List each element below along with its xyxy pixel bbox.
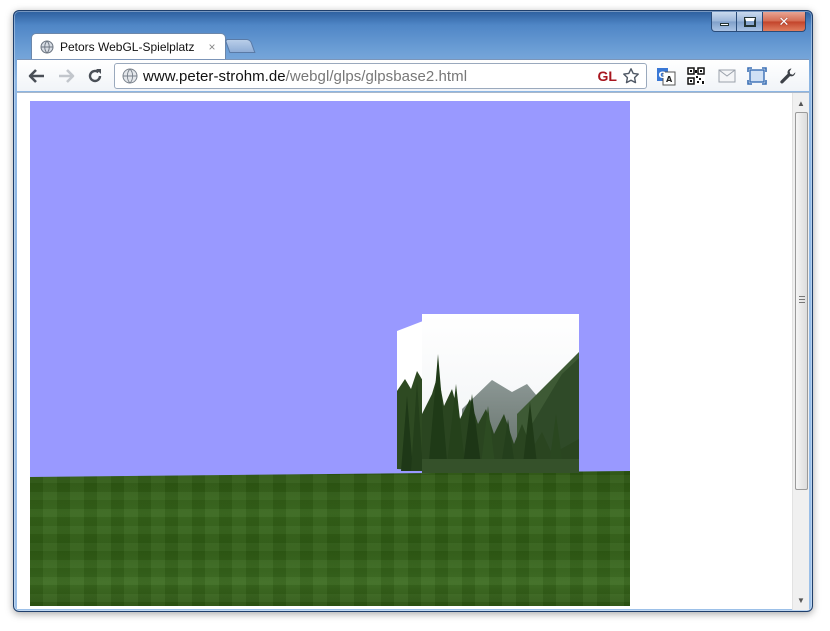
wrench-icon[interactable] [777, 65, 799, 87]
tab-close-button[interactable]: × [205, 40, 219, 54]
scroll-down-button[interactable]: ▼ [793, 592, 809, 608]
fullscreen-icon[interactable] [746, 65, 768, 87]
maximize-icon [743, 16, 756, 27]
gl-badge[interactable]: GL [598, 68, 617, 84]
qr-code-icon[interactable] [685, 65, 707, 87]
back-button[interactable] [27, 66, 47, 86]
minimize-button[interactable] [711, 12, 737, 32]
svg-text:A: A [666, 75, 673, 84]
globe-icon [40, 40, 54, 54]
ground-plane [30, 471, 630, 606]
url-path: /webgl/glps/glpsbase2.html [285, 67, 468, 85]
new-tab-button[interactable] [224, 39, 256, 53]
url-host: www.peter-strohm.de [143, 67, 286, 85]
forward-button[interactable] [56, 66, 76, 86]
close-icon: ✕ [778, 13, 790, 29]
globe-icon [122, 68, 138, 84]
back-arrow-icon [28, 69, 44, 83]
translate-icon[interactable]: GA [655, 65, 677, 87]
forward-arrow-icon [59, 69, 75, 83]
address-bar[interactable]: www.peter-strohm.de/webgl/glps/glpsbase2… [114, 63, 647, 89]
tab-title: Petors WebGL-Spielplatz [60, 40, 195, 54]
tab-active[interactable]: Petors WebGL-Spielplatz × [31, 33, 226, 60]
vertical-scrollbar[interactable]: ▲ ▼ [792, 93, 809, 610]
toolbar: www.peter-strohm.de/webgl/glps/glpsbase2… [17, 59, 809, 91]
grip-icon [799, 296, 805, 303]
webgl-canvas[interactable] [30, 101, 630, 606]
mail-icon[interactable] [716, 65, 738, 87]
scroll-up-button[interactable]: ▲ [793, 95, 809, 111]
svg-text:G: G [659, 71, 666, 81]
maximize-button[interactable] [737, 12, 763, 32]
cube-front-face [422, 314, 579, 473]
reload-button[interactable] [85, 66, 105, 86]
browser-window: ✕ Petors WebGL-Spielplatz × www.peter-st… [13, 10, 813, 612]
window-controls: ✕ [711, 12, 806, 32]
scrollbar-thumb[interactable] [795, 112, 808, 490]
close-window-button[interactable]: ✕ [763, 12, 806, 32]
star-icon[interactable] [622, 67, 640, 85]
cube-side-face [397, 321, 423, 471]
page-content: ▲ ▼ [17, 92, 809, 610]
reload-icon [88, 69, 102, 83]
url-text: www.peter-strohm.de/webgl/glps/glpsbase2… [143, 68, 598, 85]
minimize-icon [719, 23, 729, 26]
